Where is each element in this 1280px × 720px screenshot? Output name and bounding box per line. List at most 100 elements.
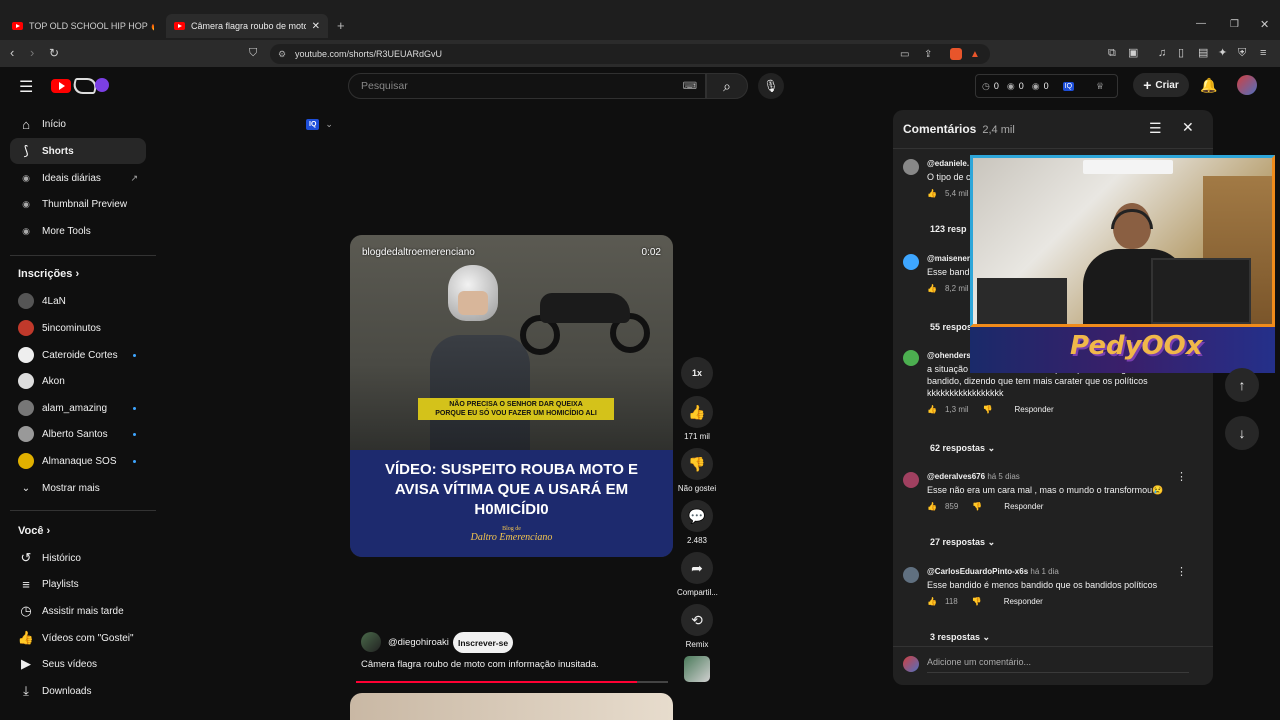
reply-button[interactable]: Responder xyxy=(1004,502,1043,511)
comment-menu-icon[interactable]: ⋮ xyxy=(1176,470,1187,483)
thumbs-up-icon[interactable]: 👍 xyxy=(927,502,937,511)
sidebar-item-liked-videos[interactable]: 👍 Vídeos com "Gostei" xyxy=(10,625,146,651)
thumbs-up-icon[interactable]: 👍 xyxy=(927,597,937,606)
brave-shields-icon[interactable] xyxy=(950,48,962,60)
playback-speed-button[interactable]: 1x xyxy=(677,357,717,393)
subscription-item[interactable]: Akon xyxy=(10,368,146,394)
channel-avatar[interactable] xyxy=(361,632,381,652)
reply-button[interactable]: Responder xyxy=(1015,405,1054,414)
comments-button[interactable]: 💬 2.483 xyxy=(677,500,717,545)
brave-rewards-icon[interactable]: ▲ xyxy=(970,49,980,60)
notifications-bell-icon[interactable]: 🔔 xyxy=(1200,77,1217,94)
keyboard-icon[interactable]: ⌨ xyxy=(683,81,697,92)
comment-avatar[interactable] xyxy=(903,567,919,583)
wallet-icon[interactable]: ▤ xyxy=(1198,46,1208,60)
sidebar-item-more-tools[interactable]: ◉ More Tools xyxy=(10,218,146,244)
sidebar-item-downloads[interactable]: ⤓ Downloads xyxy=(10,678,146,704)
close-window-icon[interactable]: ✕ xyxy=(1260,18,1269,31)
thumbs-up-icon[interactable]: 👍 xyxy=(927,405,937,414)
share-button[interactable]: ➦ Compartil... xyxy=(677,552,718,597)
browser-tab-active[interactable]: Câmera flagra roubo de moto co ✕ xyxy=(166,14,328,38)
comment-author[interactable]: @edaniele. xyxy=(927,159,969,168)
install-app-icon[interactable]: ▭ xyxy=(900,49,909,60)
subscription-item[interactable]: Almanaque SOS xyxy=(10,448,146,474)
next-short-button[interactable]: ↓ xyxy=(1225,416,1259,450)
sidebar-item-thumbnail-preview[interactable]: ◉ Thumbnail Preview xyxy=(10,191,146,217)
vpn-icon[interactable]: ⛨ xyxy=(1238,46,1246,60)
restore-window-icon[interactable]: ❐ xyxy=(1230,19,1239,30)
comment-avatar[interactable] xyxy=(903,159,919,175)
stats-widget[interactable]: ◷ 0 ◉ 0 ◉ 0 IQ ♕ xyxy=(975,74,1118,98)
sidebar-item-watch-later[interactable]: ◷ Assistir mais tarde xyxy=(10,598,146,624)
comment-avatar[interactable] xyxy=(903,254,919,270)
remix-button[interactable]: ⟲ Remix xyxy=(677,604,717,649)
search-button[interactable]: ⌕ xyxy=(706,73,748,99)
subscription-item[interactable]: Cateroide Cortes xyxy=(10,342,146,368)
minimize-window-icon[interactable]: — xyxy=(1196,18,1206,29)
thumbs-down-icon[interactable]: 👎 xyxy=(972,502,982,511)
menu-icon[interactable]: ≡ xyxy=(1260,46,1266,60)
replies-toggle[interactable]: 123 resp xyxy=(930,224,967,234)
bookmark-icon[interactable]: ⛉ xyxy=(249,46,257,60)
thumbs-down-icon[interactable]: 👎 xyxy=(972,597,982,606)
comment-avatar[interactable] xyxy=(903,472,919,488)
sound-thumbnail[interactable] xyxy=(684,656,710,682)
replies-toggle[interactable]: 27 respostas ⌄ xyxy=(930,537,995,548)
sidebar-item-your-videos[interactable]: ▶ Seus vídeos xyxy=(10,651,146,677)
sidebar-item-home[interactable]: ⌂ Início xyxy=(10,111,146,137)
comment-author[interactable]: @ohenders xyxy=(927,351,971,360)
comment-menu-icon[interactable]: ⋮ xyxy=(1176,565,1187,578)
replies-toggle[interactable]: 62 respostas ⌄ xyxy=(930,443,995,454)
dislike-button[interactable]: 👎 Não gostei xyxy=(677,448,717,493)
create-button[interactable]: + Criar xyxy=(1133,73,1189,97)
screenshot-icon[interactable]: ▣ xyxy=(1128,46,1138,60)
browser-tab[interactable]: TOP OLD SCHOOL HIP HOP 🔥 50 Ce xyxy=(4,14,162,38)
replies-toggle[interactable]: 3 respostas ⌄ xyxy=(930,632,990,643)
new-tab-icon[interactable]: + xyxy=(337,18,345,33)
previous-short-button[interactable]: ↑ xyxy=(1225,368,1259,402)
share-page-icon[interactable]: ⇪ xyxy=(924,49,932,60)
subscribe-button[interactable]: Inscrever-se xyxy=(453,632,513,653)
short-video-player[interactable]: blogdedaltroemerenciano 0:02 NÃO PRECISA… xyxy=(350,235,673,557)
media-icon[interactable]: ♫ xyxy=(1158,46,1166,60)
forward-icon[interactable]: › xyxy=(30,46,34,60)
subscription-item[interactable]: Alberto Santos xyxy=(10,421,146,447)
you-heading[interactable]: Você › xyxy=(18,525,50,537)
thumbs-down-icon[interactable]: 👎 xyxy=(983,405,993,414)
sidebar-item-shorts[interactable]: ⟆ Shorts xyxy=(10,138,146,164)
close-tab-icon[interactable]: ✕ xyxy=(312,21,320,32)
next-short-preview[interactable] xyxy=(350,693,673,720)
comment-author[interactable]: @ederalves676 xyxy=(927,472,985,481)
add-comment-input[interactable]: Adicione um comentário... xyxy=(927,657,1189,673)
comment-author[interactable]: @maisener xyxy=(927,254,970,263)
comment-avatar[interactable] xyxy=(903,350,919,366)
subscriptions-heading[interactable]: Inscrições › xyxy=(18,268,79,280)
show-more-button[interactable]: ⌄ Mostrar mais xyxy=(10,475,146,501)
thumbs-up-icon[interactable]: 👍 xyxy=(927,189,937,198)
sidebar-item-ideas[interactable]: ◉ Ideais diárias ↗ xyxy=(10,165,146,191)
channel-name[interactable]: @diegohiroaki xyxy=(388,637,449,648)
close-comments-icon[interactable]: ✕ xyxy=(1182,119,1194,136)
sidebar-item-history[interactable]: ↺ Histórico xyxy=(10,545,146,571)
sort-comments-icon[interactable]: ☰ xyxy=(1149,120,1162,137)
sidebar-toggle-icon[interactable]: ▯ xyxy=(1178,46,1184,60)
video-progress-track[interactable] xyxy=(356,681,668,683)
subscription-item[interactable]: alam_amazing xyxy=(10,395,146,421)
extensions-icon[interactable]: ⧉ xyxy=(1108,46,1116,60)
user-avatar[interactable] xyxy=(1237,75,1257,95)
url-field[interactable]: ⚙ youtube.com/shorts/R3UEUARdGvU ▭ ⇪ ▲ xyxy=(270,44,990,64)
search-input[interactable]: Pesquisar ⌨ xyxy=(348,73,706,99)
reply-button[interactable]: Responder xyxy=(1004,597,1043,606)
sidebar-item-playlists[interactable]: ≡ Playlists xyxy=(10,571,146,597)
iq-extension-button[interactable]: IQ ⌄ xyxy=(306,115,344,133)
back-icon[interactable]: ‹ xyxy=(10,46,14,60)
subscription-item[interactable]: 4LaN xyxy=(10,288,146,314)
voice-search-button[interactable]: 🎙 xyxy=(758,73,784,99)
thumbs-up-icon[interactable]: 👍 xyxy=(927,284,937,293)
reload-icon[interactable]: ↻ xyxy=(49,46,59,60)
like-button[interactable]: 👍 171 mil xyxy=(677,396,717,441)
video-title[interactable]: Câmera flagra roubo de moto com informaç… xyxy=(361,659,599,670)
subscription-item[interactable]: 5incominutos xyxy=(10,315,146,341)
comment-author[interactable]: @CarlosEduardoPinto-x6s xyxy=(927,567,1028,576)
leo-ai-icon[interactable]: ✦ xyxy=(1218,46,1227,60)
